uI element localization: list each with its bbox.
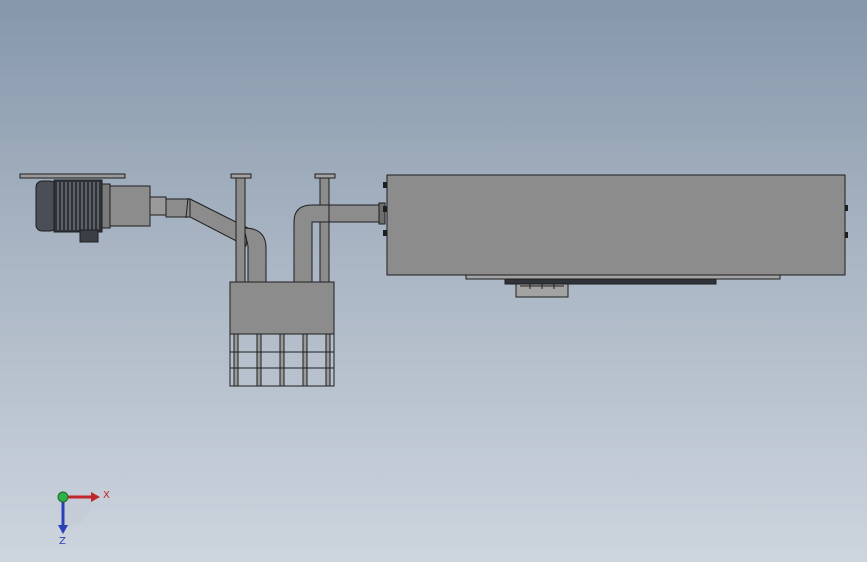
z-axis-label: Z — [59, 536, 66, 547]
triad-shadow — [63, 497, 92, 527]
coordinate-triad: X Z — [57, 490, 110, 547]
z-axis-arrowhead — [58, 525, 68, 534]
x-axis-label: X — [103, 490, 110, 501]
cad-viewport[interactable]: X Z — [0, 0, 867, 562]
x-axis-arrowhead — [91, 492, 100, 502]
y-axis-dot — [57, 491, 69, 503]
